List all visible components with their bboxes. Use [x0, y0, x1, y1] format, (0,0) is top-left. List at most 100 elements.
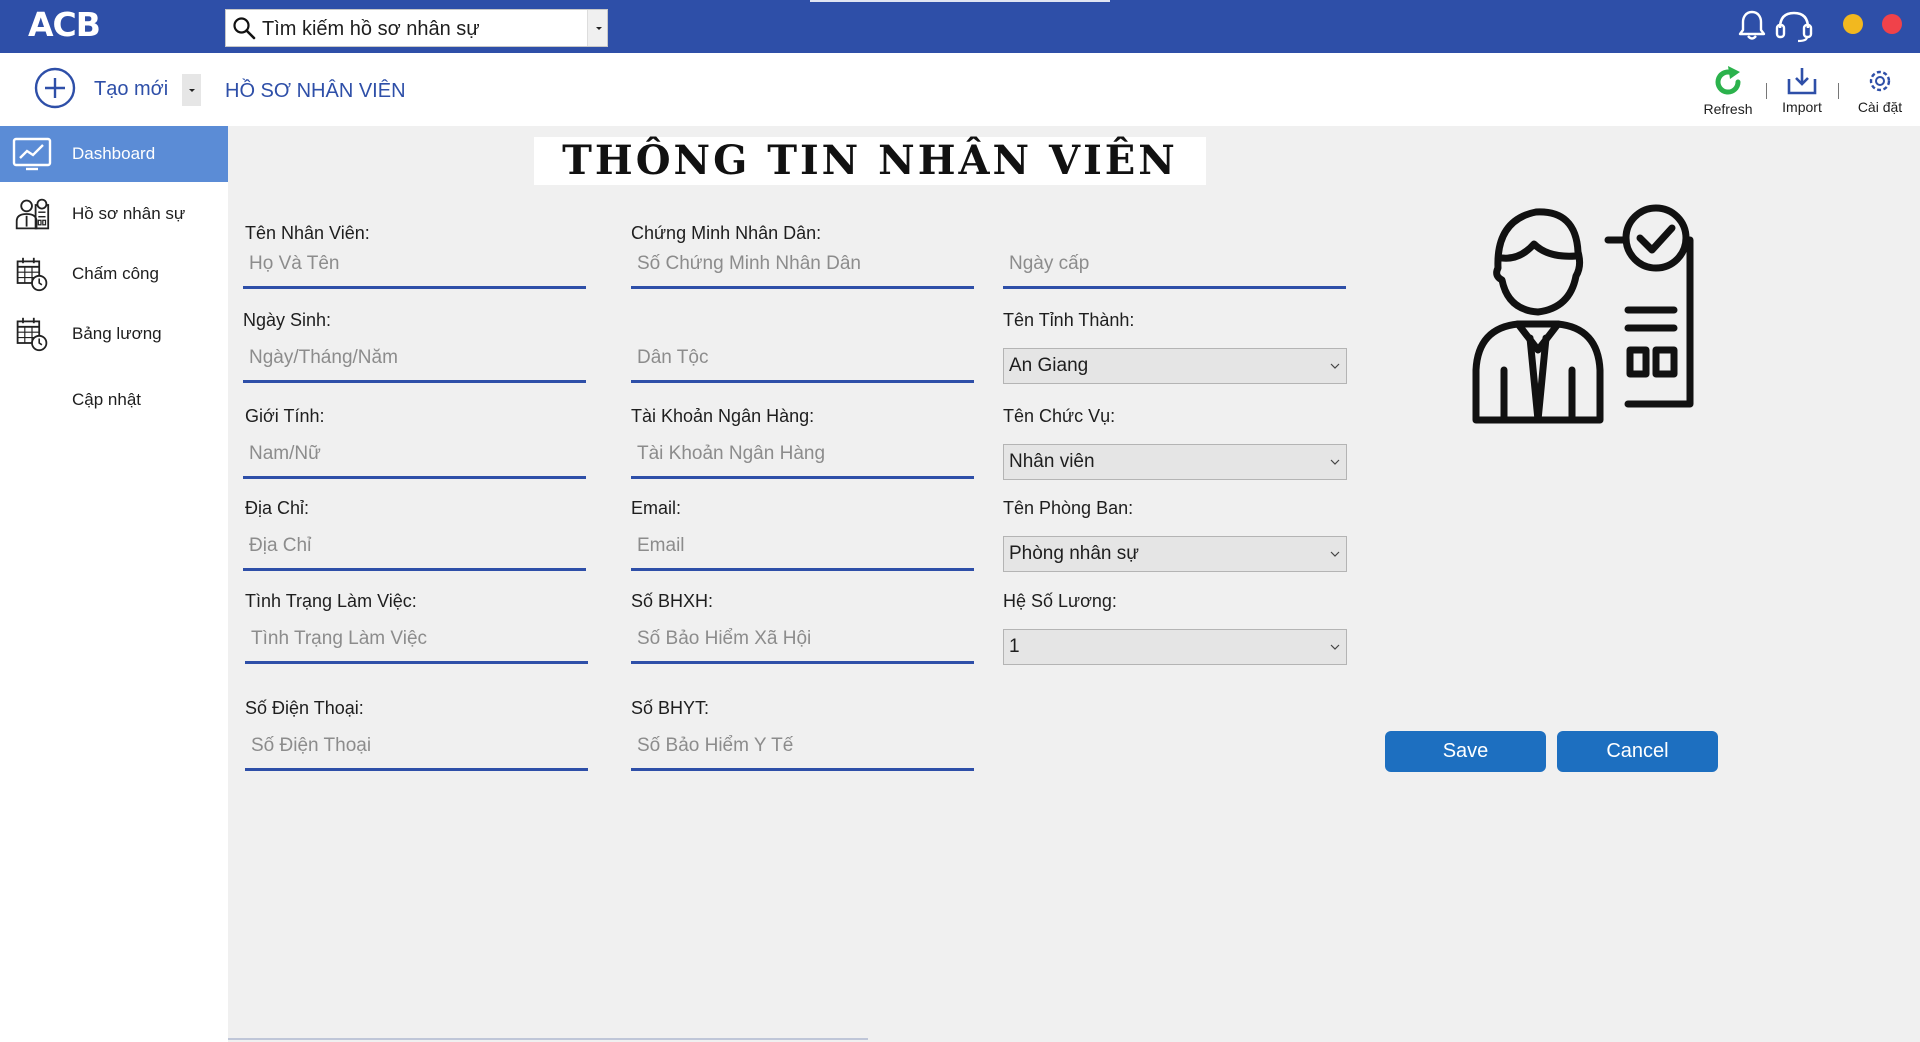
- gear-icon: [1869, 70, 1891, 92]
- dashboard-chart-icon: [12, 137, 52, 171]
- bottom-edge-strip: [228, 1038, 868, 1040]
- sidebar-item-dashboard[interactable]: Dashboard: [0, 126, 228, 182]
- calendar-clock-icon: [16, 317, 48, 352]
- save-button[interactable]: Save: [1385, 731, 1546, 772]
- chevron-down-icon: [1330, 459, 1340, 465]
- settings-label: Cài đặt: [1857, 99, 1903, 115]
- new-button[interactable]: Tạo mới: [94, 78, 168, 101]
- work-status-placeholder: Tình Trạng Làm Việc: [251, 628, 428, 649]
- work-status-field[interactable]: Tình Trạng Làm Việc: [245, 620, 588, 664]
- position-select[interactable]: Nhân viên: [1003, 444, 1347, 480]
- salary-coefficient-value: 1: [1009, 636, 1020, 657]
- sidebar-item-label: Chấm công: [72, 264, 159, 283]
- top-bar: ACB Tìm kiếm hồ sơ nhân sự: [0, 0, 1920, 53]
- address-label: Địa Chỉ:: [245, 498, 310, 518]
- employees-icon: [15, 198, 50, 230]
- headset-icon[interactable]: [1774, 8, 1814, 44]
- employee-name-label: Tên Nhân Viên:: [245, 223, 370, 243]
- salary-coefficient-label: Hệ Số Lương:: [1003, 591, 1117, 611]
- position-value: Nhân viên: [1009, 451, 1095, 472]
- import-button[interactable]: Import: [1774, 65, 1830, 115]
- search-dropdown-button[interactable]: [587, 10, 607, 46]
- social-insurance-label: Số BHXH:: [631, 591, 714, 611]
- search-box[interactable]: Tìm kiếm hồ sơ nhân sự: [225, 9, 608, 47]
- sidebar: Dashboard Hồ sơ nhân sự Chấm công Bảng l…: [0, 126, 228, 1042]
- toolbar: Tạo mới HỒ SƠ NHÂN VIÊN Refresh Import C…: [0, 53, 1920, 126]
- phone-field[interactable]: Số Điện Thoại: [245, 727, 588, 771]
- bank-account-field[interactable]: Tài Khoản Ngân Hàng: [631, 435, 974, 479]
- search-icon: [233, 17, 256, 40]
- gender-placeholder: Nam/Nữ: [249, 443, 321, 464]
- employee-name-field[interactable]: Họ Và Tên: [243, 245, 586, 289]
- email-label: Email:: [631, 498, 682, 518]
- bell-icon[interactable]: [1737, 8, 1767, 42]
- position-label: Tên Chức Vụ:: [1003, 406, 1116, 426]
- chevron-down-icon: [1330, 363, 1340, 369]
- refresh-label: Refresh: [1703, 101, 1753, 117]
- toolbar-divider: [1838, 83, 1839, 99]
- phone-label: Số Điện Thoại:: [245, 698, 364, 718]
- ethnicity-field[interactable]: Dân Tộc: [631, 339, 974, 383]
- province-label: Tên Tỉnh Thành:: [1003, 310, 1135, 330]
- sidebar-item-label: Cập nhật: [72, 390, 141, 409]
- health-insurance-placeholder: Số Bảo Hiểm Y Tế: [637, 735, 794, 756]
- bank-account-placeholder: Tài Khoản Ngân Hàng: [637, 443, 826, 464]
- close-button[interactable]: [1882, 14, 1902, 34]
- social-insurance-placeholder: Số Bảo Hiểm Xã Hội: [637, 628, 812, 649]
- form-title-banner: THÔNG TIN NHÂN VIÊN: [534, 137, 1206, 185]
- issue-date-placeholder: Ngày cấp: [1009, 253, 1090, 274]
- id-card-field[interactable]: Số Chứng Minh Nhân Dân: [631, 245, 974, 289]
- address-field[interactable]: Địa Chỉ: [243, 527, 586, 571]
- settings-button[interactable]: Cài đặt: [1852, 65, 1908, 115]
- chevron-down-icon: [1330, 551, 1340, 557]
- health-insurance-label: Số BHYT:: [631, 698, 710, 718]
- sidebar-item-payroll[interactable]: Bảng lương: [0, 306, 228, 362]
- salary-coefficient-select[interactable]: 1: [1003, 629, 1347, 665]
- sidebar-item-employee-records[interactable]: Hồ sơ nhân sự: [0, 186, 228, 242]
- top-accent-line: [810, 0, 1110, 2]
- sidebar-item-label: Bảng lương: [72, 324, 162, 343]
- employee-form-panel: THÔNG TIN NHÂN VIÊN Tên Nhân Viên: Họ Và…: [228, 126, 1920, 1042]
- ethnicity-placeholder: Dân Tộc: [637, 347, 709, 368]
- sidebar-item-timekeeping[interactable]: Chấm công: [0, 246, 228, 302]
- address-placeholder: Địa Chỉ: [249, 535, 312, 556]
- province-value: An Giang: [1009, 355, 1089, 376]
- department-label: Tên Phòng Ban:: [1003, 498, 1134, 518]
- import-icon: [1787, 68, 1817, 95]
- add-new-icon[interactable]: [34, 67, 76, 109]
- department-select[interactable]: Phòng nhân sự: [1003, 536, 1347, 572]
- import-label: Import: [1782, 99, 1822, 115]
- phone-placeholder: Số Điện Thoại: [251, 735, 372, 756]
- cancel-button[interactable]: Cancel: [1557, 731, 1718, 772]
- issue-date-field[interactable]: Ngày cấp: [1003, 245, 1346, 289]
- email-placeholder: Email: [637, 535, 685, 556]
- id-card-label: Chứng Minh Nhân Dân:: [631, 223, 822, 243]
- sidebar-item-label: Hồ sơ nhân sự: [72, 204, 186, 223]
- province-select[interactable]: An Giang: [1003, 348, 1347, 384]
- birth-date-label: Ngày Sinh:: [243, 310, 332, 330]
- app-logo: ACB: [28, 5, 101, 44]
- toolbar-divider: [1766, 83, 1767, 99]
- health-insurance-field[interactable]: Số Bảo Hiểm Y Tế: [631, 727, 974, 771]
- bank-account-label: Tài Khoản Ngân Hàng:: [631, 406, 815, 426]
- minimize-button[interactable]: [1843, 14, 1863, 34]
- birth-date-field[interactable]: Ngày/Tháng/Năm: [243, 339, 586, 383]
- new-dropdown-button[interactable]: [182, 74, 201, 106]
- refresh-button[interactable]: Refresh: [1698, 65, 1758, 117]
- birth-date-placeholder: Ngày/Tháng/Năm: [249, 347, 398, 368]
- chevron-down-icon: [1330, 644, 1340, 650]
- work-status-label: Tình Trạng Làm Việc:: [245, 591, 417, 611]
- department-value: Phòng nhân sự: [1009, 543, 1139, 564]
- sidebar-item-label: Dashboard: [72, 144, 156, 163]
- gender-field[interactable]: Nam/Nữ: [243, 435, 586, 479]
- social-insurance-field[interactable]: Số Bảo Hiểm Xã Hội: [631, 620, 974, 664]
- id-card-placeholder: Số Chứng Minh Nhân Dân: [637, 253, 861, 274]
- gender-label: Giới Tính:: [245, 406, 325, 426]
- email-field[interactable]: Email: [631, 527, 974, 571]
- breadcrumb: HỒ SƠ NHÂN VIÊN: [225, 80, 406, 102]
- search-input[interactable]: Tìm kiếm hồ sơ nhân sự: [262, 18, 480, 41]
- form-title: THÔNG TIN NHÂN VIÊN: [562, 137, 1178, 184]
- employee-name-placeholder: Họ Và Tên: [249, 253, 340, 274]
- sidebar-item-update[interactable]: Cập nhật: [0, 372, 228, 428]
- employee-profile-icon: [1472, 204, 1694, 424]
